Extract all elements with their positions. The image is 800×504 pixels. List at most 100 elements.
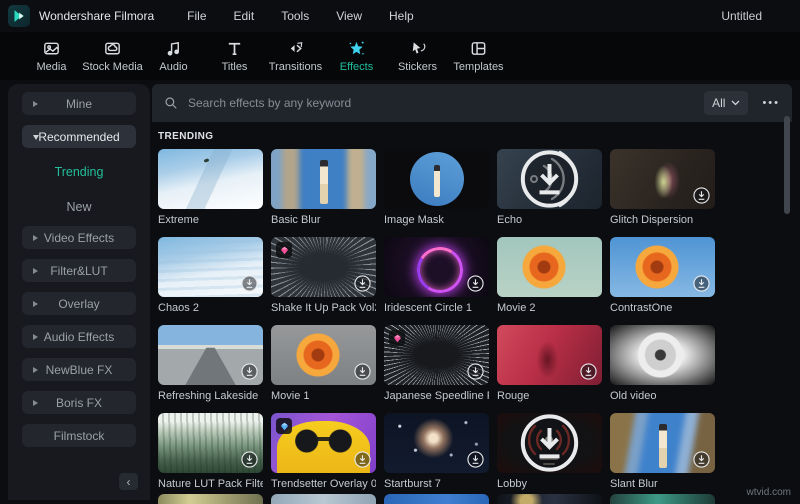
download-icon[interactable] <box>693 451 710 468</box>
effect-thumbnail[interactable] <box>610 325 715 385</box>
effect-card[interactable]: Echo <box>497 149 602 228</box>
effect-card[interactable]: Basic Blur <box>271 149 376 228</box>
effect-thumbnail[interactable] <box>158 494 263 504</box>
effect-thumbnail[interactable] <box>497 237 602 297</box>
effect-thumbnail[interactable] <box>271 494 376 504</box>
download-icon[interactable] <box>693 275 710 292</box>
effect-card[interactable]: Image Mask <box>384 149 489 228</box>
tab-stickers[interactable]: Stickers <box>387 35 448 77</box>
effect-thumbnail[interactable] <box>271 413 376 473</box>
effect-thumbnail[interactable] <box>158 149 263 209</box>
effect-thumbnail[interactable] <box>271 325 376 385</box>
tab-titles[interactable]: Titles <box>204 35 265 77</box>
effect-thumbnail[interactable] <box>384 237 489 297</box>
tab-stock-media[interactable]: Stock Media <box>82 35 143 77</box>
more-options-button[interactable]: ••• <box>762 97 780 109</box>
menu-help[interactable]: Help <box>389 9 414 23</box>
download-icon[interactable] <box>241 451 258 468</box>
premium-gem-icon <box>389 330 405 346</box>
download-icon[interactable] <box>354 451 371 468</box>
effect-thumbnail[interactable] <box>384 494 489 504</box>
effect-label: Refreshing Lakeside <box>158 390 263 404</box>
download-icon[interactable] <box>467 275 484 292</box>
effects-sidebar: Mine Recommended Trending New Video Effe… <box>8 84 150 500</box>
effect-card[interactable]: Japanese Speedline Pa... <box>384 325 489 404</box>
effect-card[interactable]: Movie 2 <box>497 237 602 316</box>
sidebar-item-video-effects[interactable]: Video Effects <box>22 226 136 249</box>
effect-thumbnail[interactable] <box>610 149 715 209</box>
effect-thumbnail[interactable] <box>384 149 489 209</box>
effect-thumbnail[interactable] <box>158 413 263 473</box>
sidebar-item-filmstock[interactable]: Filmstock <box>22 424 136 447</box>
effect-card[interactable]: Shake It Up Pack Vol2 ... <box>271 237 376 316</box>
effect-card[interactable]: Movie 1 <box>271 325 376 404</box>
effect-card[interactable]: Chaos 2 <box>158 237 263 316</box>
effect-thumbnail[interactable] <box>610 237 715 297</box>
search-input[interactable] <box>188 96 704 110</box>
effect-thumbnail[interactable] <box>497 149 602 209</box>
effect-thumbnail[interactable] <box>271 149 376 209</box>
effect-thumbnail[interactable] <box>158 237 263 297</box>
download-icon[interactable] <box>497 149 602 209</box>
sidebar-item-trending[interactable]: Trending <box>8 163 150 181</box>
sidebar-item-filter-lut[interactable]: Filter&LUT <box>22 259 136 282</box>
effect-thumbnail[interactable] <box>497 413 602 473</box>
effect-card[interactable]: ContrastOne <box>610 237 715 316</box>
tab-audio[interactable]: Audio <box>143 35 204 77</box>
effect-card[interactable]: Old video <box>610 325 715 404</box>
download-icon[interactable] <box>241 275 258 292</box>
effect-card[interactable]: Extreme <box>158 149 263 228</box>
effect-card[interactable]: Trendsetter Overlay 04 <box>271 413 376 492</box>
sidebar-item-audio-effects[interactable]: Audio Effects <box>22 325 136 348</box>
effect-label: Image Mask <box>384 214 489 228</box>
effect-thumbnail[interactable] <box>271 237 376 297</box>
effect-card[interactable]: Slant Blur <box>610 413 715 492</box>
tab-effects[interactable]: Effects <box>326 35 387 77</box>
tab-templates[interactable]: Templates <box>448 35 509 77</box>
vertical-scrollbar[interactable] <box>784 116 790 214</box>
menu-file[interactable]: File <box>187 9 206 23</box>
filter-dropdown[interactable]: All <box>704 91 748 115</box>
effect-thumbnail[interactable] <box>497 325 602 385</box>
effect-thumbnail[interactable] <box>610 413 715 473</box>
download-icon[interactable] <box>354 363 371 380</box>
effects-icon <box>347 39 366 58</box>
sidebar-item-mine[interactable]: Mine <box>22 92 136 115</box>
effect-thumbnail[interactable] <box>384 413 489 473</box>
sidebar-collapse-button[interactable]: ‹ <box>119 473 138 490</box>
tab-transitions[interactable]: Transitions <box>265 35 326 77</box>
download-icon[interactable] <box>693 187 710 204</box>
sidebar-item-boris-fx[interactable]: Boris FX <box>22 391 136 414</box>
tab-audio-label: Audio <box>159 61 187 73</box>
menu-edit[interactable]: Edit <box>234 9 255 23</box>
tab-transitions-label: Transitions <box>269 61 322 73</box>
effect-card[interactable]: Iridescent Circle 1 <box>384 237 489 316</box>
download-icon[interactable] <box>241 363 258 380</box>
effect-thumbnail[interactable] <box>158 325 263 385</box>
effect-card[interactable]: Refreshing Lakeside <box>158 325 263 404</box>
filmora-logo-icon <box>8 5 30 27</box>
sidebar-item-overlay[interactable]: Overlay <box>22 292 136 315</box>
effect-card[interactable]: Rouge <box>497 325 602 404</box>
effect-card[interactable]: Lobby <box>497 413 602 492</box>
effect-label: Lobby <box>497 478 602 492</box>
sidebar-item-newblue-fx[interactable]: NewBlue FX <box>22 358 136 381</box>
titles-icon <box>225 39 244 58</box>
collapse-chevron-icon: ‹ <box>127 475 131 489</box>
effect-card[interactable]: Startburst 7 <box>384 413 489 492</box>
download-icon[interactable] <box>467 451 484 468</box>
menu-tools[interactable]: Tools <box>281 9 309 23</box>
download-icon[interactable] <box>467 363 484 380</box>
sidebar-item-recommended[interactable]: Recommended <box>22 125 136 148</box>
effect-thumbnail[interactable] <box>610 494 715 504</box>
effect-thumbnail[interactable] <box>384 325 489 385</box>
download-icon[interactable] <box>580 363 597 380</box>
tab-media[interactable]: Media <box>21 35 82 77</box>
effect-card[interactable]: Nature LUT Pack Filter... <box>158 413 263 492</box>
effect-card[interactable]: Glitch Dispersion <box>610 149 715 228</box>
sidebar-item-new[interactable]: New <box>8 198 150 216</box>
download-icon[interactable] <box>354 275 371 292</box>
download-icon[interactable] <box>497 413 602 473</box>
effect-thumbnail[interactable] <box>497 494 602 504</box>
menu-view[interactable]: View <box>336 9 362 23</box>
